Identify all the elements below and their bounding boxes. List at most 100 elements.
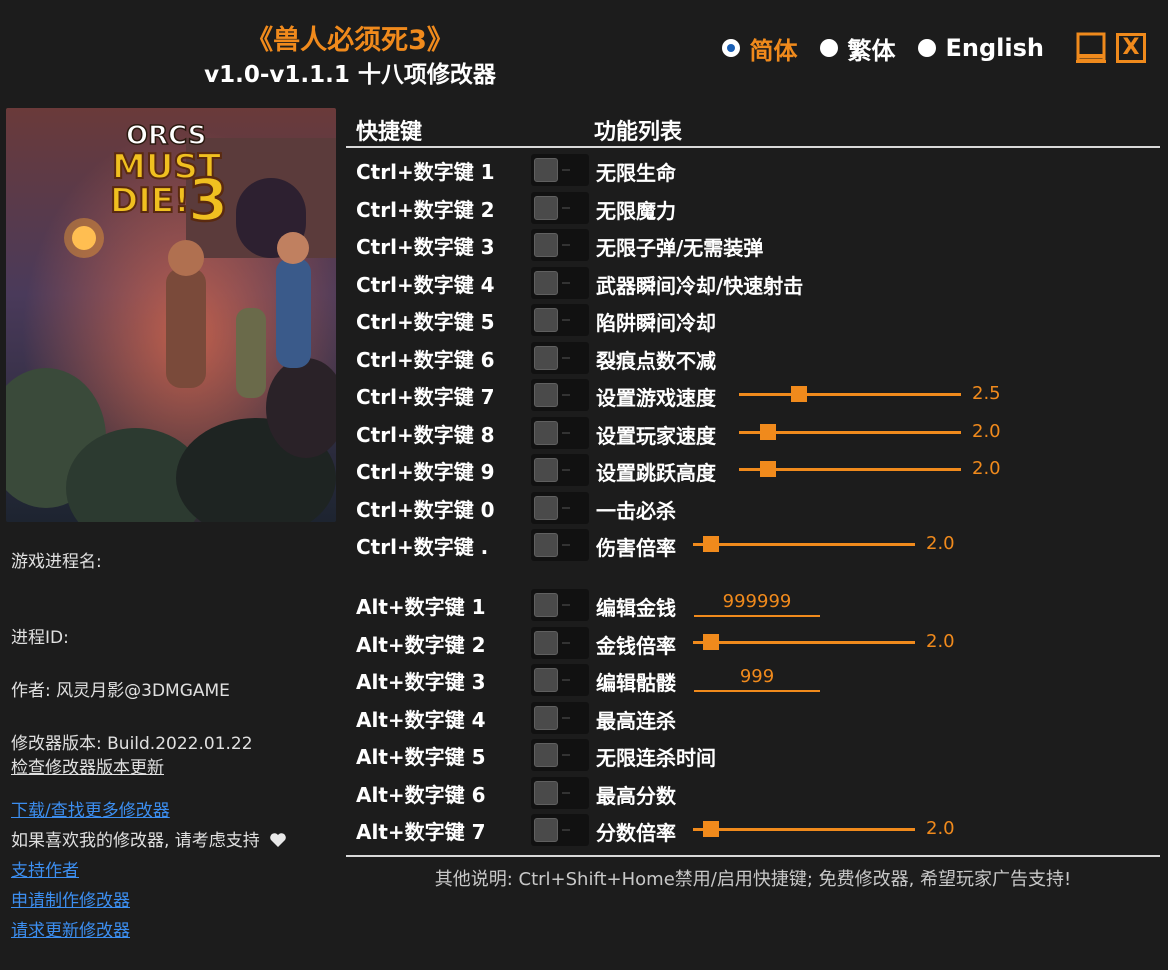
feature-label: 无限子弹/无需装弹 (596, 236, 764, 260)
toggle-track (562, 717, 570, 719)
logo-text: DIE! (110, 181, 190, 221)
feature-label: 设置玩家速度 (596, 424, 716, 448)
cheat-row: Ctrl+数字键 7 设置游戏速度 2.5 (346, 377, 1160, 413)
cheat-toggle[interactable] (531, 777, 589, 809)
cheat-row: Alt+数字键 5 无限连杀时间 (346, 737, 1160, 773)
feature-label: 陷阱瞬间冷却 (596, 311, 716, 335)
value-slider[interactable] (693, 821, 915, 837)
hotkey-label: Ctrl+数字键 4 (356, 273, 495, 297)
cheat-toggle[interactable] (531, 492, 589, 524)
lang-option-english[interactable]: English (917, 34, 1044, 62)
value-slider[interactable] (693, 634, 915, 650)
cover-art: ORCS MUST DIE! 3 (6, 108, 336, 522)
cheat-toggle[interactable] (531, 417, 589, 449)
toggle-track (562, 432, 570, 434)
toggle-knob (534, 308, 558, 332)
toggle-knob (534, 533, 558, 557)
slider-thumb[interactable] (703, 634, 719, 650)
toggle-knob (534, 346, 558, 370)
value-slider[interactable] (739, 461, 961, 477)
cheat-toggle[interactable] (531, 267, 589, 299)
request-update-link[interactable]: 请求更新修改器 (11, 916, 130, 941)
feature-label: 金钱倍率 (596, 634, 676, 658)
cheat-toggle[interactable] (531, 739, 589, 771)
cheat-toggle[interactable] (531, 304, 589, 336)
feature-label: 编辑骷髅 (596, 671, 676, 695)
hotkey-label: Ctrl+数字键 7 (356, 385, 495, 409)
trainer-subtitle: v1.0-v1.1.1 十八项修改器 (204, 62, 496, 88)
toggle-knob (534, 818, 558, 842)
features-column-header: 功能列表 (594, 120, 683, 145)
cheat-toggle[interactable] (531, 454, 589, 486)
toggle-knob (534, 458, 558, 482)
value-slider[interactable] (739, 424, 961, 440)
game-cover-image: ORCS MUST DIE! 3 (6, 108, 336, 522)
minimize-button[interactable] (1076, 32, 1106, 63)
slider-value: 2.0 (926, 818, 955, 839)
lang-label: 简体 (749, 36, 798, 65)
cheat-toggle[interactable] (531, 529, 589, 561)
heart-icon (270, 833, 287, 847)
slider-value: 2.5 (972, 383, 1001, 404)
toggle-track (562, 394, 570, 396)
cheat-row: Ctrl+数字键 9 设置跳跃高度 2.0 (346, 452, 1160, 488)
lang-option-traditional[interactable]: 繁体 (819, 31, 896, 66)
lang-option-simplified[interactable]: 简体 (721, 31, 798, 66)
cheat-toggle[interactable] (531, 627, 589, 659)
cheat-toggle[interactable] (531, 814, 589, 846)
cheat-row: Ctrl+数字键 6 裂痕点数不减 (346, 340, 1160, 376)
cheat-row: Ctrl+数字键 8 设置玩家速度 2.0 (346, 415, 1160, 451)
cheat-toggle[interactable] (531, 589, 589, 621)
hotkey-label: Alt+数字键 4 (356, 708, 486, 732)
hotkey-label: Alt+数字键 7 (356, 820, 486, 844)
toggle-knob (534, 233, 558, 257)
value-slider[interactable] (693, 536, 915, 552)
feature-label: 伤害倍率 (596, 536, 676, 560)
cheat-toggle[interactable] (531, 342, 589, 374)
toggle-track (562, 754, 570, 756)
toggle-knob (534, 593, 558, 617)
value-slider[interactable] (739, 386, 961, 402)
support-author-link[interactable]: 支持作者 (11, 856, 79, 881)
header-divider (346, 146, 1160, 148)
hotkey-column-header: 快捷键 (356, 120, 423, 145)
cheat-row: Ctrl+数字键 4 武器瞬间冷却/快速射击 (346, 265, 1160, 301)
slider-thumb[interactable] (703, 536, 719, 552)
slider-thumb[interactable] (703, 821, 719, 837)
toggle-knob (534, 496, 558, 520)
feature-label: 最高分数 (596, 784, 676, 808)
value-input[interactable]: 999 (694, 666, 820, 692)
hotkey-label: Ctrl+数字键 3 (356, 235, 495, 259)
toggle-track (562, 207, 570, 209)
cheat-toggle[interactable] (531, 154, 589, 186)
download-more-link[interactable]: 下载/查找更多修改器 (11, 796, 170, 821)
hotkey-label: Alt+数字键 1 (356, 595, 486, 619)
cheat-row: Ctrl+数字键 1 无限生命 (346, 152, 1160, 188)
toggle-knob (534, 668, 558, 692)
value-input[interactable]: 999999 (694, 591, 820, 617)
request-trainer-link[interactable]: 申请制作修改器 (11, 886, 130, 911)
hotkey-label: Alt+数字键 6 (356, 783, 486, 807)
slider-thumb[interactable] (791, 386, 807, 402)
hotkey-label: Alt+数字键 2 (356, 633, 486, 657)
language-selector: 简体 繁体 English X (721, 28, 1146, 68)
cheat-row: Alt+数字键 2 金钱倍率 2.0 (346, 625, 1160, 661)
feature-label: 无限生命 (596, 161, 676, 185)
hotkey-label: Ctrl+数字键 5 (356, 310, 495, 334)
hotkey-label: Ctrl+数字键 . (356, 535, 489, 559)
cheat-toggle[interactable] (531, 664, 589, 696)
slider-thumb[interactable] (760, 424, 776, 440)
toggle-track (562, 792, 570, 794)
process-id-label: 进程ID: (11, 628, 69, 648)
slider-thumb[interactable] (760, 461, 776, 477)
toggle-track (562, 169, 570, 171)
cheat-toggle[interactable] (531, 379, 589, 411)
close-icon: X (1122, 35, 1140, 60)
close-button[interactable]: X (1116, 33, 1146, 63)
check-update-link[interactable]: 检查修改器版本更新 (11, 753, 164, 778)
minimize-icon (1076, 32, 1106, 61)
cheat-toggle[interactable] (531, 192, 589, 224)
cheat-toggle[interactable] (531, 229, 589, 261)
cheat-toggle[interactable] (531, 702, 589, 734)
cheat-row: Alt+数字键 4 最高连杀 (346, 700, 1160, 736)
